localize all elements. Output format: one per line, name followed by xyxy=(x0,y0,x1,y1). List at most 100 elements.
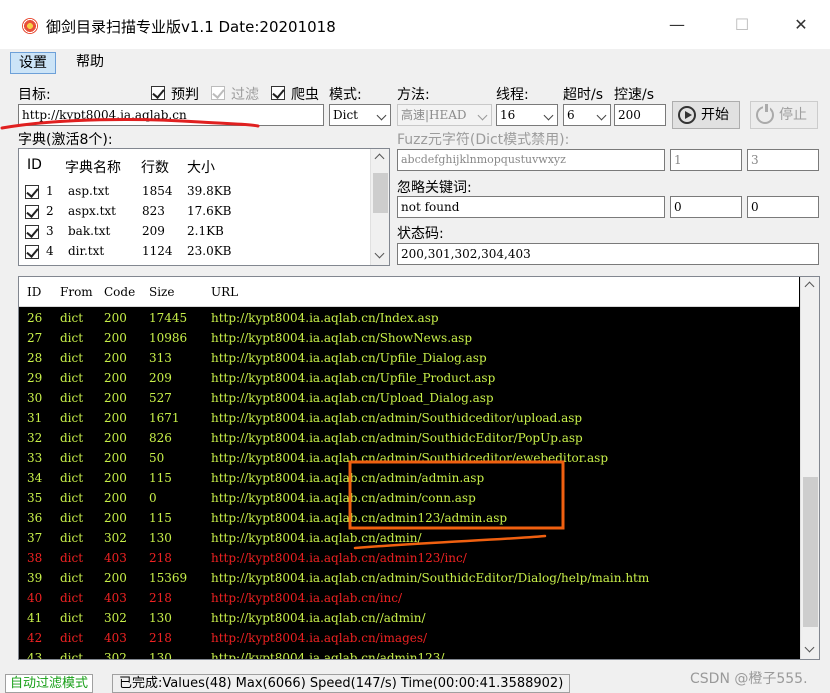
threads-label: 线程: xyxy=(496,87,529,103)
menu-help[interactable]: 帮助 xyxy=(68,52,112,74)
threads-select[interactable]: 16 xyxy=(496,104,558,126)
result-row[interactable]: 40 dict 403 218 http://kypt8004.ia.aqlab.cn/… xyxy=(19,588,799,608)
method-select[interactable]: 高速|HEAD xyxy=(397,104,492,126)
throttle-input[interactable]: 200 xyxy=(614,104,666,126)
chevron-up-icon[interactable] xyxy=(374,153,385,164)
filter-checkbox[interactable] xyxy=(211,86,225,100)
dict-col-name[interactable]: 字典名称 xyxy=(65,157,121,177)
fuzz-chars-input[interactable]: abcdefghijklnmopqustuvwxyz xyxy=(397,149,665,171)
start-label: 开始 xyxy=(701,107,729,123)
result-row[interactable]: 32 dict 200 826 http://kypt8004.ia.aqlab.cn/… xyxy=(19,428,799,448)
dict-cell-name: bak.txt xyxy=(68,224,111,238)
col-code[interactable]: Code xyxy=(104,285,135,299)
mode-select[interactable]: Dict xyxy=(329,104,391,126)
result-row[interactable]: 28 dict 200 313 http://kypt8004.ia.aqlab.cn/… xyxy=(19,348,799,368)
chevron-down-icon[interactable] xyxy=(374,248,385,259)
fuzz-min-input[interactable]: 1 xyxy=(670,149,742,171)
result-cell-from: dict xyxy=(60,411,84,425)
result-row[interactable]: 35 dict 200 0 http://kypt8004.ia.aqlab.cn/ad… xyxy=(19,488,799,508)
result-cell-url: http://kypt8004.ia.aqlab.cn/admin/conn.a… xyxy=(211,491,476,505)
scroll-thumb[interactable] xyxy=(803,477,818,627)
result-row[interactable]: 31 dict 200 1671 http://kypt8004.ia.aqlab.cn… xyxy=(19,408,799,428)
dict-col-id[interactable]: ID xyxy=(27,157,42,173)
dict-row[interactable]: 1 asp.txt 1854 39.8KB xyxy=(19,182,371,202)
col-from[interactable]: From xyxy=(60,285,93,299)
col-id[interactable]: ID xyxy=(27,285,41,299)
dict-cell-lines: 209 xyxy=(142,224,165,238)
stop-button[interactable]: 停止 xyxy=(750,101,818,129)
dict-row-checkbox[interactable] xyxy=(25,205,39,219)
dict-row-checkbox[interactable] xyxy=(25,245,39,259)
result-cell-size: 130 xyxy=(149,531,172,545)
crawler-checkbox[interactable] xyxy=(271,86,285,100)
chevron-down-icon[interactable] xyxy=(804,642,815,653)
filter-label: 过滤 xyxy=(231,87,259,103)
dict-list: ID 字典名称 行数 大小 1 asp.txt 1854 39.8KB 2 aspx.tx… xyxy=(18,148,390,266)
result-cell-id: 36 xyxy=(27,511,43,525)
menu-settings[interactable]: 设置 xyxy=(10,52,56,74)
result-cell-size: 218 xyxy=(149,591,172,605)
result-cell-id: 40 xyxy=(27,591,43,605)
chevron-up-icon[interactable] xyxy=(804,281,815,292)
result-row[interactable]: 34 dict 200 115 http://kypt8004.ia.aqlab.cn/… xyxy=(19,468,799,488)
result-cell-id: 33 xyxy=(27,451,43,465)
ignore-b-input[interactable]: 0 xyxy=(747,196,819,218)
close-button[interactable]: ✕ xyxy=(786,13,816,37)
result-cell-code: 403 xyxy=(104,631,127,645)
result-cell-url: http://kypt8004.ia.aqlab.cn/images/ xyxy=(211,631,428,645)
dict-row-checkbox[interactable] xyxy=(25,185,39,199)
result-cell-url: http://kypt8004.ia.aqlab.cn/inc/ xyxy=(211,591,403,605)
result-row[interactable]: 36 dict 200 115 http://kypt8004.ia.aqlab.cn/… xyxy=(19,508,799,528)
result-row[interactable]: 37 dict 302 130 http://kypt8004.ia.aqlab.cn/… xyxy=(19,528,799,548)
ignore-keyword-input[interactable]: not found xyxy=(397,196,665,218)
menu-bar: 设置 帮助 xyxy=(0,50,830,76)
result-cell-from: dict xyxy=(60,431,84,445)
dict-col-size[interactable]: 大小 xyxy=(187,157,215,177)
target-input[interactable]: http://kypt8004.ia.aqlab.cn xyxy=(18,104,324,126)
minimize-button[interactable]: — xyxy=(662,13,692,37)
dict-row[interactable]: 4 dir.txt 1124 23.0KB xyxy=(19,242,371,262)
result-cell-from: dict xyxy=(60,631,84,645)
col-size[interactable]: Size xyxy=(149,285,174,299)
results-scrollbar[interactable] xyxy=(800,277,819,659)
fuzz-max-input[interactable]: 3 xyxy=(747,149,819,171)
result-cell-size: 1671 xyxy=(149,411,180,425)
status-code-input[interactable]: 200,301,302,304,403 xyxy=(397,243,819,265)
timeout-select[interactable]: 6 xyxy=(563,104,611,126)
result-cell-from: dict xyxy=(60,371,84,385)
col-url[interactable]: URL xyxy=(211,285,238,299)
result-row[interactable]: 33 dict 200 50 http://kypt8004.ia.aqlab.cn/a… xyxy=(19,448,799,468)
result-row[interactable]: 38 dict 403 218 http://kypt8004.ia.aqlab.cn/… xyxy=(19,548,799,568)
result-cell-id: 37 xyxy=(27,531,43,545)
result-cell-code: 200 xyxy=(104,431,127,445)
result-cell-id: 27 xyxy=(27,331,43,345)
results-table: ID From Code Size URL 26 dict 200 17445 http… xyxy=(18,276,820,660)
result-row[interactable]: 41 dict 302 130 http://kypt8004.ia.aqlab.cn/… xyxy=(19,608,799,628)
start-button[interactable]: 开始 xyxy=(672,101,740,129)
result-cell-code: 302 xyxy=(104,611,127,625)
dict-row-checkbox[interactable] xyxy=(25,225,39,239)
maximize-button[interactable]: ☐ xyxy=(727,13,757,37)
dict-row[interactable]: 3 bak.txt 209 2.1KB xyxy=(19,222,371,242)
result-row[interactable]: 39 dict 200 15369 http://kypt8004.ia.aqlab.c… xyxy=(19,568,799,588)
result-row[interactable]: 26 dict 200 17445 http://kypt8004.ia.aqlab.c… xyxy=(19,308,799,328)
dict-col-lines[interactable]: 行数 xyxy=(141,157,169,177)
result-row[interactable]: 27 dict 200 10986 http://kypt8004.ia.aqlab.c… xyxy=(19,328,799,348)
result-cell-code: 200 xyxy=(104,511,127,525)
scroll-thumb[interactable] xyxy=(373,173,388,213)
dict-row[interactable]: 2 aspx.txt 823 17.6KB xyxy=(19,202,371,222)
result-cell-id: 29 xyxy=(27,371,43,385)
ignore-a-input[interactable]: 0 xyxy=(670,196,742,218)
result-cell-size: 826 xyxy=(149,431,172,445)
dict-scrollbar[interactable] xyxy=(370,149,389,265)
result-cell-size: 50 xyxy=(149,451,165,465)
dict-cell-lines: 823 xyxy=(142,204,165,218)
result-row[interactable]: 30 dict 200 527 http://kypt8004.ia.aqlab.cn/… xyxy=(19,388,799,408)
result-cell-code: 200 xyxy=(104,331,127,345)
mode-value: Dict xyxy=(333,108,359,122)
result-cell-code: 200 xyxy=(104,451,127,465)
result-row[interactable]: 42 dict 403 218 http://kypt8004.ia.aqlab.cn/… xyxy=(19,628,799,648)
result-row[interactable]: 43 dict 302 130 http://kypt8004.ia.aqlab.cn/… xyxy=(19,648,799,659)
result-row[interactable]: 29 dict 200 209 http://kypt8004.ia.aqlab.cn/… xyxy=(19,368,799,388)
prejudge-checkbox[interactable] xyxy=(151,86,165,100)
